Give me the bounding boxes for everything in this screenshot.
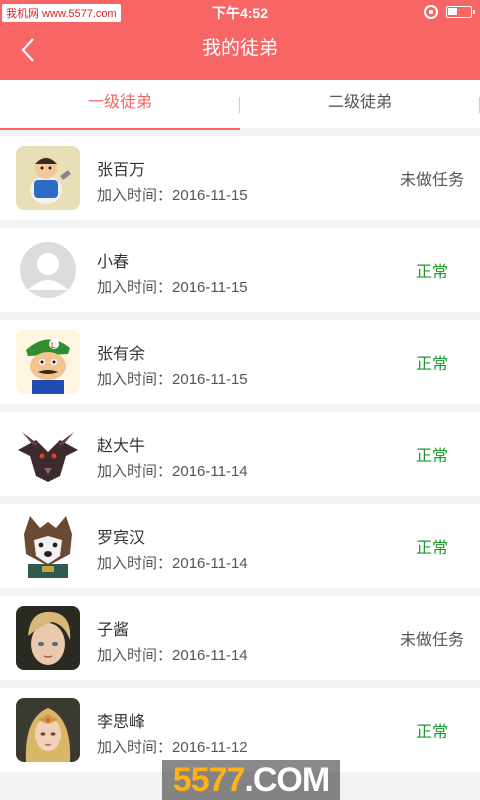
status-label: 正常	[415, 724, 448, 741]
tab-level-two[interactable]: 二级徒弟	[240, 80, 480, 128]
student-name: 张百万	[97, 162, 146, 179]
join-date: 2016-11-12	[172, 739, 248, 756]
join-date: 2016-11-15	[172, 187, 248, 204]
list-item[interactable]: 罗宾汉 加入时间：2016-11-14 正常	[0, 504, 480, 588]
avatar	[16, 146, 80, 210]
page-title: 我的徒弟	[201, 38, 278, 59]
student-name: 小春	[97, 254, 130, 271]
join-time: 加入时间：2016-11-14	[97, 552, 248, 573]
cartoon-plumber-icon: L	[16, 330, 80, 394]
join-label: 加入时间：	[97, 187, 173, 204]
join-date: 2016-11-14	[172, 555, 248, 572]
blond-boy-icon	[16, 606, 80, 670]
list-item[interactable]: 小春 加入时间：2016-11-15 正常	[0, 228, 480, 312]
student-name: 赵大牛	[97, 438, 146, 455]
join-date: 2016-11-14	[172, 463, 248, 480]
status-bar: 我机网 www.5577.com 下午4:52	[0, 0, 480, 24]
student-name: 罗宾汉	[97, 530, 146, 547]
list-item[interactable]: 子酱 加入时间：2016-11-14 未做任务	[0, 596, 480, 680]
join-date: 2016-11-14	[172, 647, 248, 664]
list-item[interactable]: L 张有余 加入时间：2016-11-15 正常	[0, 320, 480, 404]
list-item[interactable]: 赵大牛 加入时间：2016-11-14 正常	[0, 412, 480, 496]
status-time: 下午4:52	[211, 5, 269, 21]
cartoon-chef-icon	[16, 146, 80, 210]
tab-level-one[interactable]: 一级徒弟	[0, 80, 240, 130]
join-label: 加入时间：	[97, 647, 173, 664]
join-date: 2016-11-15	[172, 279, 248, 296]
join-label: 加入时间：	[97, 463, 173, 480]
avatar	[16, 422, 80, 486]
tab-bar: 一级徒弟 二级徒弟	[0, 80, 480, 130]
logo-domain: .COM	[244, 761, 330, 799]
student-name: 子酱	[97, 622, 130, 639]
join-time: 加入时间：2016-11-12	[97, 736, 248, 757]
status-label: 正常	[415, 356, 448, 373]
join-date: 2016-11-15	[172, 371, 248, 388]
default-avatar-icon	[16, 238, 80, 302]
join-label: 加入时间：	[97, 371, 173, 388]
student-name: 张有余	[97, 346, 146, 363]
status-icons	[424, 5, 475, 19]
join-label: 加入时间：	[97, 279, 173, 296]
list-item[interactable]: 张百万 加入时间：2016-11-15 未做任务	[0, 136, 480, 220]
join-label: 加入时间：	[97, 555, 173, 572]
join-time: 加入时间：2016-11-15	[97, 184, 248, 205]
student-list: 张百万 加入时间：2016-11-15 未做任务 小春 加入时间：2016-11…	[0, 136, 480, 780]
avatar	[16, 514, 80, 578]
battery-icon	[446, 6, 475, 18]
tab-divider	[239, 97, 240, 113]
status-label: 正常	[415, 540, 448, 557]
avatar: L	[16, 330, 80, 394]
elf-girl-icon	[16, 698, 80, 762]
svg-text:L: L	[51, 341, 56, 350]
status-label: 正常	[415, 448, 448, 465]
avatar	[16, 238, 80, 302]
avatar	[16, 698, 80, 762]
logo-number: 5577	[172, 761, 246, 799]
join-time: 加入时间：2016-11-15	[97, 276, 248, 297]
status-label: 未做任务	[399, 172, 464, 189]
status-label: 正常	[415, 264, 448, 281]
wolf-warrior-icon	[16, 514, 80, 578]
join-time: 加入时间：2016-11-15	[97, 368, 248, 389]
rotation-lock-icon	[424, 5, 438, 19]
avatar	[16, 606, 80, 670]
status-label: 未做任务	[399, 632, 464, 649]
student-name: 李思峰	[97, 714, 146, 731]
join-time: 加入时间：2016-11-14	[97, 644, 248, 665]
app-header: 我机网 www.5577.com 下午4:52 我的徒弟	[0, 0, 480, 80]
join-time: 加入时间：2016-11-14	[97, 460, 248, 481]
join-label: 加入时间：	[97, 739, 173, 756]
site-watermark-logo: 5577.COM	[162, 760, 340, 800]
dragon-icon	[16, 422, 80, 486]
